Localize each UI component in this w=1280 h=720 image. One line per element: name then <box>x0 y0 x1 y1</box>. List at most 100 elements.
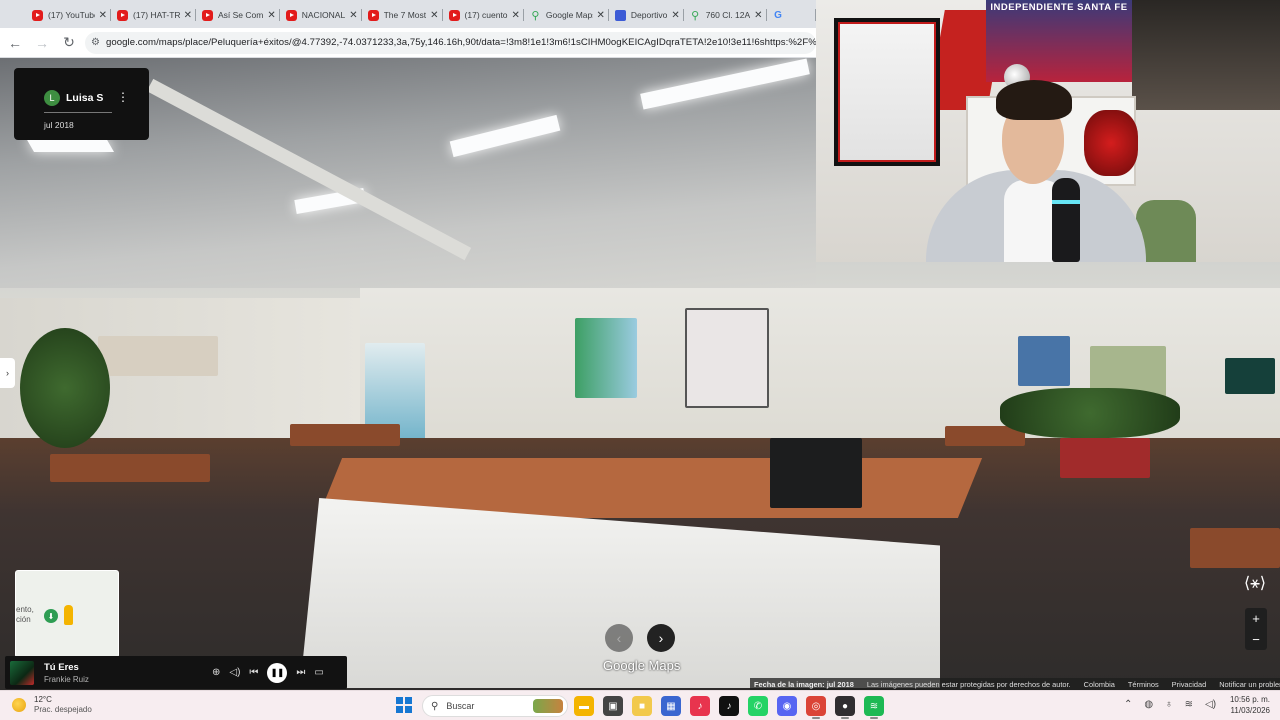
chrome-icon[interactable]: ◎ <box>806 696 826 719</box>
browser-tab[interactable]: (17) cuento ✕ <box>443 2 525 28</box>
tab-label: Así Se Com <box>218 10 264 20</box>
chevron-up-icon[interactable]: ⌃ <box>1124 699 1132 710</box>
folder-icon[interactable]: ■ <box>632 696 652 716</box>
clock[interactable]: 10:56 p. m. 11/03/2026 <box>1230 694 1270 716</box>
tab-label: Google Maps <box>545 10 593 20</box>
contributor-card[interactable]: L Luisa S ⋮ jul 2018 <box>14 68 149 140</box>
close-tab-icon[interactable]: ✕ <box>267 10 275 21</box>
wall-poster <box>575 318 637 398</box>
location-pin-icon: ⬇ <box>44 609 58 623</box>
whatsapp-icon[interactable]: ✆ <box>748 696 768 716</box>
google-icon: G <box>774 9 782 21</box>
tab-label: (17) YouTube <box>48 10 95 20</box>
file-explorer-icon[interactable]: ▬ <box>574 696 594 716</box>
wall-screen <box>1225 358 1275 394</box>
capcut-icon[interactable]: ♪ <box>690 696 710 716</box>
browser-tab[interactable]: The 7 Most ✕ <box>362 2 443 28</box>
weather-temperature: 12°C <box>34 695 52 704</box>
add-to-library-icon[interactable]: ⊕ <box>212 667 220 678</box>
compass-icon[interactable]: ⟨⚹⟩ <box>1240 573 1270 595</box>
browser-tab[interactable]: G <box>767 2 816 28</box>
more-options-icon[interactable]: ⋮ <box>117 90 129 104</box>
document-icon <box>614 9 626 21</box>
windows-start-icon[interactable] <box>396 697 412 713</box>
zoom-out-button[interactable]: − <box>1252 632 1260 647</box>
track-info: Tú Eres Frankie Ruiz <box>44 662 174 684</box>
contributor-name[interactable]: Luisa S <box>66 92 103 104</box>
terms-link[interactable]: Términos <box>1128 680 1159 689</box>
red-flowers <box>1084 110 1138 176</box>
country-link[interactable]: Colombia <box>1084 680 1115 689</box>
next-photo-button[interactable]: › <box>647 624 675 652</box>
table <box>50 454 210 482</box>
weather-description: Prac. despejado <box>34 705 92 714</box>
browser-tab[interactable]: Así Se Com ✕ <box>196 2 280 28</box>
back-button[interactable]: ← <box>3 31 27 55</box>
browser-tab[interactable]: Deportivo ✕ <box>609 2 684 28</box>
forward-button[interactable]: → <box>30 31 54 55</box>
previous-track-icon[interactable]: ⏮ <box>249 667 258 678</box>
microphone-icon[interactable]: ♁ <box>1165 699 1173 710</box>
browser-tab[interactable]: (17) HAT-TRICK ✕ <box>111 2 196 28</box>
privacy-link[interactable]: Privacidad <box>1172 680 1207 689</box>
volume-icon[interactable]: ◁) <box>1205 699 1216 710</box>
cast-icon[interactable]: ▭ <box>314 667 323 678</box>
wifi-icon[interactable]: ≋ <box>1185 699 1193 710</box>
expand-panel-button[interactable]: › <box>0 358 15 388</box>
tab-label: Deportivo <box>630 10 668 20</box>
youtube-icon <box>202 9 213 21</box>
table <box>1190 528 1280 568</box>
search-placeholder: Buscar <box>446 701 475 711</box>
volume-icon[interactable]: ◁) <box>229 667 240 678</box>
discord-icon[interactable]: ◉ <box>777 696 797 716</box>
store-icon[interactable]: ▦ <box>661 696 681 716</box>
plant <box>20 328 110 448</box>
youtube-icon <box>367 9 379 21</box>
site-info-icon[interactable]: ⚙ <box>91 37 100 49</box>
reload-button[interactable]: ↻ <box>57 31 81 55</box>
tab-label: (17) HAT-TRICK <box>133 10 180 20</box>
spotify-mini-player: Tú Eres Frankie Ruiz ⊕ ◁) ⏮ ❚❚ ⏭ ▭ <box>5 656 347 689</box>
plant <box>1000 388 1180 438</box>
window-board <box>685 308 769 408</box>
task-view-icon[interactable]: ▣ <box>603 696 623 716</box>
obs-icon[interactable]: ● <box>835 696 855 719</box>
close-tab-icon[interactable]: ✕ <box>430 10 438 21</box>
table <box>290 424 400 446</box>
close-tab-icon[interactable]: ✕ <box>349 10 357 21</box>
close-tab-icon[interactable]: ✕ <box>671 10 679 21</box>
close-tab-icon[interactable]: ✕ <box>754 10 762 21</box>
close-tab-icon[interactable]: ✕ <box>512 10 520 21</box>
clock-date: 11/03/2026 <box>1230 706 1270 715</box>
copyright-notice: Las imágenes pueden estar protegidas por… <box>866 679 1071 689</box>
weather-widget[interactable]: 12°C Prac. despejado <box>12 695 92 715</box>
browser-toolbar: ← → ↻ ⚙ google.com/maps/place/Peluquería… <box>0 28 816 58</box>
zoom-in-button[interactable]: + <box>1252 611 1260 626</box>
red-sofa <box>1060 438 1150 478</box>
tiktok-icon[interactable]: ♪ <box>719 696 739 716</box>
browser-tab[interactable]: ⚲ 760 Cl. 12A ✕ <box>684 2 767 28</box>
network-icon[interactable]: ◍ <box>1144 699 1153 710</box>
taskbar-search[interactable]: ⚲ Buscar <box>422 695 568 717</box>
pinned-apps: ▬ ▣ ■ ▦ ♪ ♪ ✆ ◉ ◎ ● ≋ <box>574 696 884 719</box>
youtube-icon <box>448 9 460 21</box>
mini-map[interactable]: ento, ción ⬇ <box>15 570 119 658</box>
browser-tab[interactable]: NACIONAL ✕ <box>280 2 362 28</box>
album-art <box>10 660 34 685</box>
pause-button[interactable]: ❚❚ <box>267 662 288 683</box>
browser-tab[interactable]: (17) YouTube ✕ <box>26 2 111 28</box>
spotify-icon[interactable]: ≋ <box>864 696 884 719</box>
address-bar[interactable]: ⚙ google.com/maps/place/Peluquería+éxito… <box>85 31 816 54</box>
next-track-icon[interactable]: ⏭ <box>296 667 305 678</box>
previous-photo-button[interactable]: ‹ <box>605 624 633 652</box>
close-tab-icon[interactable]: ✕ <box>184 10 192 21</box>
pegman-icon[interactable] <box>64 605 73 625</box>
report-problem-link[interactable]: Notificar un problema <box>1219 680 1280 689</box>
youtube-icon <box>32 9 43 21</box>
browser-tab[interactable]: ⚲ Google Maps ✕ <box>524 2 609 28</box>
search-icon: ⚲ <box>431 700 439 712</box>
close-tab-icon[interactable]: ✕ <box>597 10 605 21</box>
avatar[interactable]: L <box>44 90 60 106</box>
webcam-overlay: INDEPENDIENTE SANTA FE <box>816 0 1280 262</box>
close-tab-icon[interactable]: ✕ <box>99 10 107 21</box>
